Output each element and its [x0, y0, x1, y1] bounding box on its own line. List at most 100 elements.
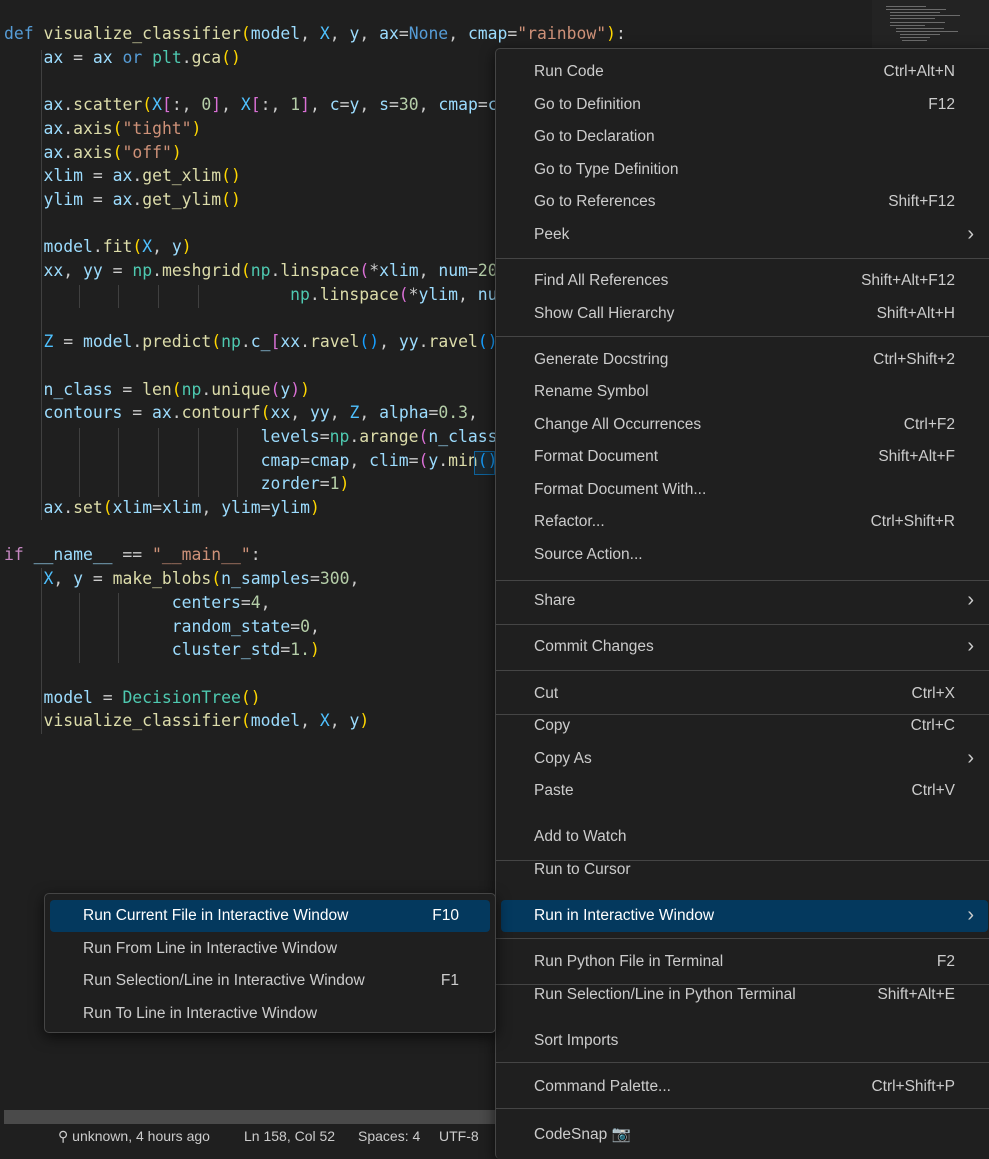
menu-item-label: Copy As — [534, 750, 592, 767]
code-line[interactable]: xx, yy = np.meshgrid(np.linspace(*xlim, … — [4, 259, 507, 282]
menu-item-run-to-cursor[interactable]: Run to Cursor — [501, 854, 988, 886]
code-line[interactable]: random_state=0, — [4, 615, 320, 638]
menu-item-run-selection-line-in-python-terminal[interactable]: Run Selection/Line in Python Terminal Shi… — [501, 979, 988, 1011]
code-line[interactable]: model.fit(X, y) — [4, 235, 191, 258]
menu-item-add-to-watch[interactable]: Add to Watch — [501, 821, 988, 853]
code-line[interactable]: n_class = len(np.unique(y)) — [4, 378, 310, 401]
menu-item-paste[interactable]: Paste Ctrl+V — [501, 775, 988, 807]
code-line[interactable]: X, y = make_blobs(n_samples=300, — [4, 567, 359, 590]
code-line[interactable]: zorder=1) — [4, 472, 350, 495]
code-line[interactable]: if __name__ == "__main__": — [4, 543, 261, 566]
menu-item-go-to-declaration[interactable]: Go to Declaration — [501, 121, 988, 153]
code-token: , — [359, 95, 380, 115]
code-token: gca — [191, 47, 222, 67]
menu-item-run-to-line-in-interactive-window[interactable]: Run To Line in Interactive Window — [50, 998, 490, 1030]
code-line[interactable]: np.linspace(*ylim, num=200 — [4, 283, 547, 306]
code-line[interactable]: ax = ax or plt.gca() — [4, 46, 240, 69]
code-token: , — [152, 237, 172, 257]
menu-item-run-selection-line-in-interactive-window[interactable]: Run Selection/Line in Interactive Window… — [50, 965, 490, 997]
code-token: , — [359, 24, 380, 43]
menu-item-run-code[interactable]: Run Code Ctrl+Alt+N — [501, 56, 988, 88]
code-token: ] — [211, 95, 222, 115]
code-token: = — [408, 450, 419, 470]
editor-context-menu: Run Code Ctrl+Alt+N Go to Definition F12 Go … — [495, 48, 989, 1159]
code-token: np — [132, 261, 153, 280]
code-line[interactable]: ax.set(xlim=xlim, ylim=ylim) — [4, 496, 319, 519]
minimap-line — [890, 18, 935, 19]
menu-item-go-to-references[interactable]: Go to References Shift+F12 — [501, 186, 988, 218]
code-token: . — [92, 237, 103, 257]
code-token: xx — [43, 261, 64, 280]
code-line[interactable]: visualize_classifier(model, X, y) — [4, 709, 369, 732]
code-line[interactable]: ylim = ax.get_ylim() — [4, 188, 240, 211]
code-line[interactable]: Z = model.predict(np.c_[xx.ravel(), yy.r… — [4, 330, 507, 353]
menu-item-source-action[interactable]: Source Action... — [501, 539, 988, 571]
code-token: predict — [142, 332, 212, 352]
menu-item-find-all-references[interactable]: Find All References Shift+Alt+F12 — [501, 265, 988, 297]
code-token: , — [260, 592, 271, 612]
menu-item-command-palette[interactable]: Command Palette... Ctrl+Shift+P — [501, 1071, 988, 1103]
menu-item-format-document-with[interactable]: Format Document With... — [501, 474, 988, 506]
menu-item-generate-docstring[interactable]: Generate Docstring Ctrl+Shift+2 — [501, 344, 988, 376]
code-token: ravel — [428, 332, 478, 352]
git-blame-status[interactable]: ⚲ unknown, 4 hours ago — [58, 1128, 210, 1145]
code-line[interactable]: ax.axis("off") — [4, 141, 181, 164]
menu-item-commit-changes[interactable]: Commit Changes › — [501, 631, 988, 663]
menu-item-sort-imports[interactable]: Sort Imports — [501, 1025, 988, 1057]
menu-item-codesnap[interactable]: CodeSnap 📷 — [501, 1118, 988, 1150]
menu-item-go-to-type-definition[interactable]: Go to Type Definition — [501, 154, 988, 186]
minimap-line — [890, 12, 940, 13]
cursor-position[interactable]: Ln 158, Col 52 — [244, 1128, 335, 1144]
encoding-status[interactable]: UTF-8 — [439, 1128, 479, 1144]
code-line[interactable]: contours = ax.contourf(xx, yy, Z, alpha=… — [4, 401, 477, 424]
code-token: 30 — [398, 95, 419, 115]
code-token: ( — [211, 332, 222, 352]
code-token: ylim — [418, 284, 458, 304]
code-token: ( — [142, 95, 153, 115]
code-token: = — [53, 332, 83, 352]
menu-item-change-all-occurrences[interactable]: Change All Occurrences Ctrl+F2 — [501, 409, 988, 441]
code-token: ) — [300, 379, 310, 399]
menu-item-run-python-file-in-terminal[interactable]: Run Python File in Terminal F2 — [501, 946, 988, 978]
menu-item-cut[interactable]: Cut Ctrl+X — [501, 678, 988, 710]
code-line[interactable]: model = DecisionTree() — [4, 686, 260, 709]
code-line[interactable]: centers=4, — [4, 591, 271, 614]
code-token: = — [507, 24, 518, 43]
menu-item-refactor[interactable]: Refactor... Ctrl+Shift+R — [501, 506, 988, 538]
code-token: zorder — [260, 474, 320, 494]
code-token: : — [615, 24, 626, 43]
code-line[interactable]: ax.scatter(X[:, 0], X[:, 1], c=y, s=30, … — [4, 93, 507, 116]
code-line[interactable]: ax.axis("tight") — [4, 117, 201, 140]
menu-item-format-document[interactable]: Format Document Shift+Alt+F — [501, 441, 988, 473]
menu-item-peek[interactable]: Peek › — [501, 219, 988, 251]
menu-item-go-to-definition[interactable]: Go to Definition F12 — [501, 89, 988, 121]
menu-item-copy-as[interactable]: Copy As › — [501, 743, 988, 775]
indentation-status[interactable]: Spaces: 4 — [358, 1128, 420, 1144]
code-token: model — [250, 24, 301, 43]
horizontal-scrollbar[interactable] — [4, 1110, 495, 1124]
menu-item-rename-symbol[interactable]: Rename Symbol — [501, 376, 988, 408]
code-token: ylim — [221, 498, 261, 517]
menu-item-run-in-interactive-window[interactable]: Run in Interactive Window › — [501, 900, 988, 932]
minimap[interactable] — [872, 0, 989, 48]
code-token: , — [300, 24, 320, 43]
code-line[interactable]: def visualize_classifier(model, X, y, ax… — [4, 22, 626, 45]
code-token: ax — [92, 47, 113, 67]
code-line[interactable]: xlim = ax.get_xlim() — [4, 164, 240, 187]
code-line[interactable]: cluster_std=1.) — [4, 638, 320, 661]
menu-item-run-from-line-in-interactive-window[interactable]: Run From Line in Interactive Window — [50, 933, 490, 965]
code-token: levels — [260, 426, 320, 446]
menu-item-label: Sort Imports — [534, 1032, 619, 1049]
menu-item-show-call-hierarchy[interactable]: Show Call Hierarchy Shift+Alt+H — [501, 298, 988, 330]
code-token: centers — [171, 592, 241, 612]
menu-item-run-current-file-in-interactive-window[interactable]: Run Current File in Interactive Window F1… — [50, 900, 490, 932]
code-token: . — [438, 450, 449, 470]
menu-item-share[interactable]: Share › — [501, 585, 988, 617]
menu-item-copy[interactable]: Copy Ctrl+C — [501, 710, 988, 742]
code-token: , — [379, 332, 399, 352]
code-token: ax — [112, 189, 133, 209]
